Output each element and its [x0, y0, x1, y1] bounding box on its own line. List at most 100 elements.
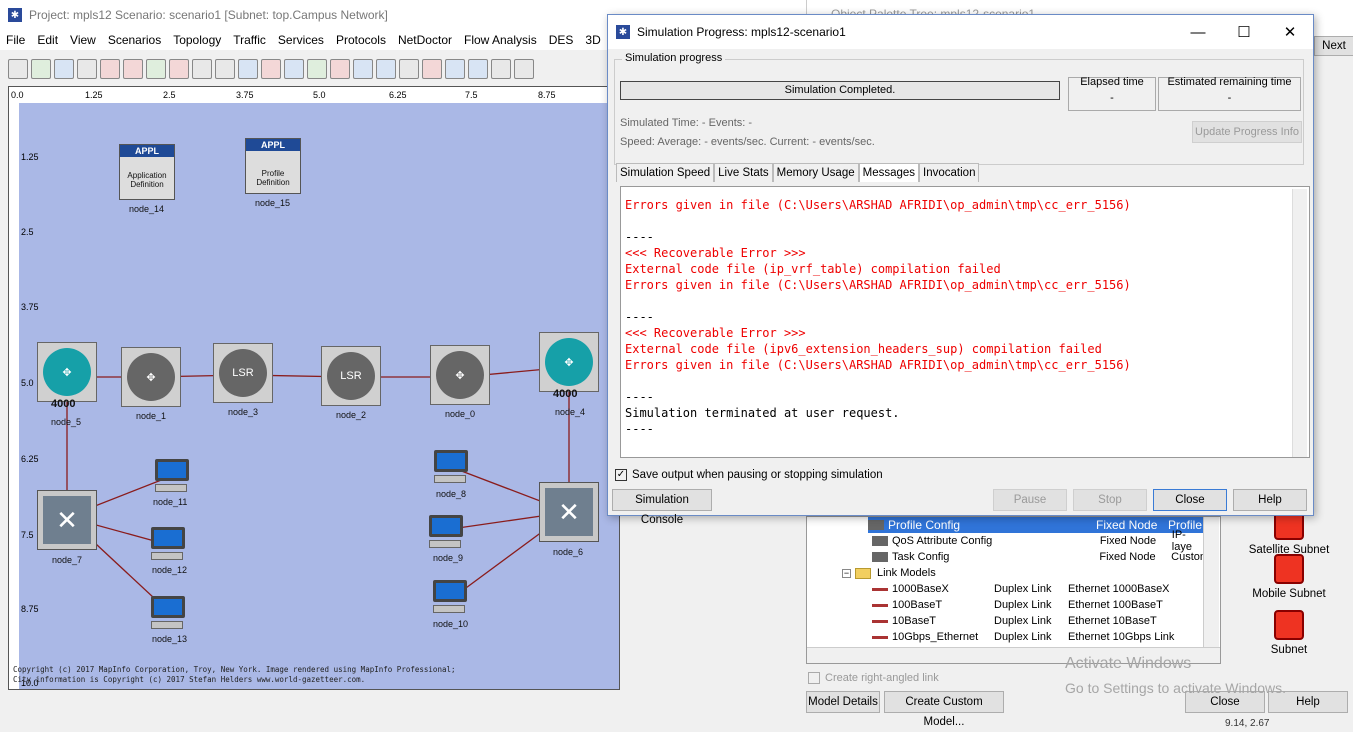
- flow-icon[interactable]: [422, 59, 442, 79]
- tab-memory-usage[interactable]: Memory Usage: [772, 163, 859, 182]
- main-window-title: Project: mpls12 Scenario: scenario1 [Sub…: [29, 8, 388, 22]
- node-14-application-definition[interactable]: APPL Application Definition node_14: [119, 144, 175, 214]
- collapse-icon[interactable]: −: [842, 568, 851, 578]
- palette-folder-link-models[interactable]: − Link Models: [842, 565, 936, 581]
- menu-scenarios[interactable]: Scenarios: [102, 33, 167, 47]
- palette-row-profile-config[interactable]: Profile Config Fixed Node Profile: [868, 517, 1206, 533]
- maximize-icon[interactable]: ☐: [1221, 17, 1267, 47]
- bg-icon[interactable]: [468, 59, 488, 79]
- node-label: node_9: [433, 553, 464, 563]
- folder-icon: [855, 567, 871, 579]
- ace-icon[interactable]: [238, 59, 258, 79]
- select-icon[interactable]: [100, 59, 120, 79]
- node-8-workstation[interactable]: node_8: [434, 450, 468, 499]
- new-icon[interactable]: [8, 59, 28, 79]
- node-10-workstation[interactable]: node_10: [433, 580, 468, 629]
- right-angled-checkbox[interactable]: [808, 672, 820, 684]
- palette-row-100baset[interactable]: 100BaseT Duplex Link Ethernet 100BaseT: [872, 597, 1163, 613]
- menu-traffic[interactable]: Traffic: [227, 33, 272, 47]
- menu-netdoctor[interactable]: NetDoctor: [392, 33, 458, 47]
- status-coordinates: 9.14, 2.67: [1225, 718, 1270, 729]
- fail-node-icon[interactable]: [123, 59, 143, 79]
- satellite-subnet-item[interactable]: Satellite Subnet: [1225, 510, 1353, 556]
- menu-topology[interactable]: Topology: [167, 33, 227, 47]
- node-4-router[interactable]: ✥ 4000 node_4: [539, 332, 599, 417]
- node-label: node_4: [555, 407, 586, 417]
- zoom-in-icon[interactable]: [192, 59, 212, 79]
- node-15-profile-definition[interactable]: APPL Profile Definition node_15: [245, 138, 301, 208]
- node-0-router[interactable]: ✥ node_0: [430, 345, 490, 419]
- node-9-workstation[interactable]: node_9: [429, 515, 463, 563]
- print-icon[interactable]: [77, 59, 97, 79]
- close-button[interactable]: Close: [1153, 489, 1227, 511]
- vne-icon[interactable]: [284, 59, 304, 79]
- model-details-button[interactable]: Model Details: [806, 691, 880, 713]
- message-line: Errors given in file (C:\Users\ARSHAD AF…: [625, 358, 1131, 372]
- subnet-item[interactable]: Subnet: [1225, 610, 1353, 656]
- help-button[interactable]: Help: [1233, 489, 1307, 511]
- node-13-workstation[interactable]: node_13: [151, 596, 187, 644]
- traffic-light-icon[interactable]: [307, 59, 327, 79]
- node-6-switch[interactable]: ✕ node_6: [539, 482, 599, 557]
- simulated-time-line: Simulated Time: - Events: -: [620, 117, 753, 129]
- cfg-icon[interactable]: [261, 59, 281, 79]
- run-simulation-icon[interactable]: [330, 59, 350, 79]
- menu-protocols[interactable]: Protocols: [330, 33, 392, 47]
- palette-row-1000basex[interactable]: 1000BaseX Duplex Link Ethernet 1000BaseX: [872, 581, 1170, 597]
- tab-simulation-speed[interactable]: Simulation Speed: [616, 163, 715, 182]
- copyright-line: Copyright (c) 2017 MapInfo Corporation, …: [13, 665, 456, 674]
- tab-invocation[interactable]: Invocation: [919, 163, 980, 182]
- save-output-checkbox[interactable]: ✓: [615, 469, 627, 481]
- node-2-lsr[interactable]: LSR node_2: [321, 346, 381, 420]
- recover-node-icon[interactable]: [146, 59, 166, 79]
- palette-row-qos-config[interactable]: QoS Attribute Config Fixed Node IP-laye: [872, 529, 1206, 553]
- mobile-subnet-item[interactable]: Mobile Subnet: [1225, 554, 1353, 600]
- pause-button[interactable]: Pause: [993, 489, 1067, 511]
- simulation-console-button[interactable]: Simulation Console: [612, 489, 712, 526]
- results-icon[interactable]: [491, 59, 511, 79]
- node-3-lsr[interactable]: LSR node_3: [213, 343, 273, 417]
- menu-3d[interactable]: 3D: [579, 33, 606, 47]
- open-folder-icon[interactable]: [31, 59, 51, 79]
- node-11-workstation[interactable]: node_11: [153, 459, 189, 507]
- stop-button[interactable]: Stop: [1073, 489, 1147, 511]
- create-custom-model-button[interactable]: Create Custom Model...: [884, 691, 1004, 728]
- minimize-icon[interactable]: —: [1175, 17, 1221, 47]
- next-button[interactable]: Next: [1314, 36, 1353, 56]
- menu-services[interactable]: Services: [272, 33, 330, 47]
- palette-row-10baset[interactable]: 10BaseT Duplex Link Ethernet 10BaseT: [872, 613, 1157, 629]
- menu-file[interactable]: File: [0, 33, 31, 47]
- right-angled-option[interactable]: Create right-angled link: [808, 672, 939, 684]
- save-output-option[interactable]: ✓ Save output when pausing or stopping s…: [615, 469, 883, 481]
- link-model-icon: [872, 587, 888, 591]
- node-1-router[interactable]: ✥ node_1: [121, 347, 181, 421]
- tab-messages[interactable]: Messages: [858, 163, 920, 182]
- activation-watermark: Activate Windows Go to Settings to activ…: [1065, 652, 1286, 700]
- network-workspace[interactable]: 0.0 1.25 2.5 3.75 5.0 6.25 7.5 8.75 1.25…: [8, 86, 620, 690]
- palette-row-10gbps-ethernet[interactable]: 10Gbps_Ethernet Duplex Link Ethernet 10G…: [872, 629, 1174, 645]
- update-progress-button[interactable]: Update Progress Info: [1192, 121, 1302, 143]
- menu-des[interactable]: DES: [543, 33, 580, 47]
- topology-icon[interactable]: [445, 59, 465, 79]
- menu-edit[interactable]: Edit: [31, 33, 64, 47]
- nodes-grid-icon[interactable]: [376, 59, 396, 79]
- node-12-workstation[interactable]: node_12: [151, 527, 187, 575]
- messages-log[interactable]: Errors given in file (C:\Users\ARSHAD AF…: [620, 186, 1310, 458]
- tab-live-stats[interactable]: Live Stats: [714, 163, 773, 182]
- menu-flow-analysis[interactable]: Flow Analysis: [458, 33, 543, 47]
- close-icon[interactable]: ✕: [1267, 17, 1313, 47]
- palette-vscrollbar[interactable]: [1203, 517, 1219, 647]
- link-icon[interactable]: [399, 59, 419, 79]
- graph-icon[interactable]: [514, 59, 534, 79]
- node-7-switch[interactable]: ✕ node_7: [37, 490, 97, 565]
- save-icon[interactable]: [54, 59, 74, 79]
- palette-row-task-config[interactable]: Task Config Fixed Node Custon: [872, 549, 1206, 565]
- zoom-out-icon[interactable]: [215, 59, 235, 79]
- triangle-icon[interactable]: [353, 59, 373, 79]
- link-model-icon: [872, 603, 888, 607]
- return-parent-icon[interactable]: [169, 59, 189, 79]
- message-line: External code file (ipv6_extension_heade…: [625, 342, 1102, 356]
- menu-view[interactable]: View: [64, 33, 102, 47]
- node-5-router[interactable]: ✥ 4000 node_5: [37, 342, 97, 427]
- messages-scrollbar[interactable]: [1292, 189, 1307, 457]
